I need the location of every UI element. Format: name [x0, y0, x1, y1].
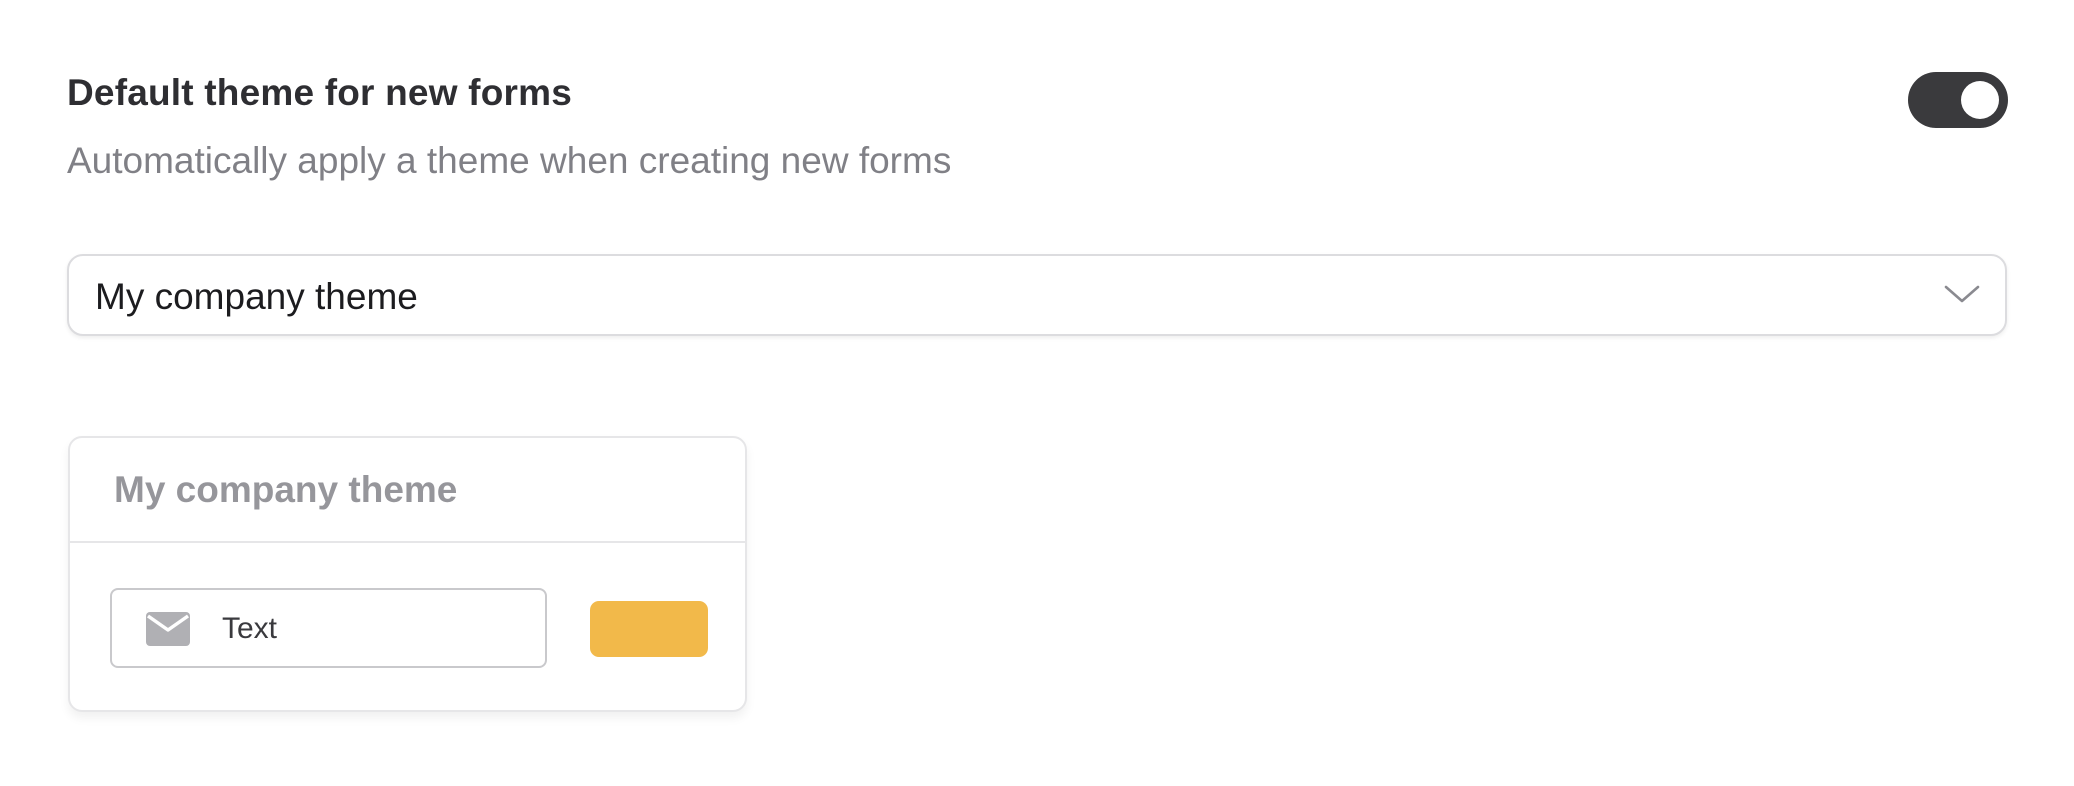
preview-input-text: Text: [222, 612, 278, 645]
setting-title: Default theme for new forms: [67, 72, 572, 113]
theme-select[interactable]: My company theme: [67, 254, 2007, 336]
theme-preview-header: My company theme: [70, 438, 745, 543]
setting-description: Automatically apply a theme when creatin…: [67, 140, 952, 181]
preview-button: [590, 601, 708, 657]
preview-input: Text: [110, 588, 547, 668]
default-theme-toggle[interactable]: [1908, 72, 2008, 128]
theme-select-value: My company theme: [95, 276, 418, 317]
theme-preview-title: My company theme: [114, 469, 458, 510]
toggle-knob: [1961, 81, 1999, 119]
theme-preview-card[interactable]: My company theme Text: [68, 436, 747, 712]
mail-icon: [146, 612, 190, 646]
chevron-down-icon: [1944, 285, 1980, 303]
